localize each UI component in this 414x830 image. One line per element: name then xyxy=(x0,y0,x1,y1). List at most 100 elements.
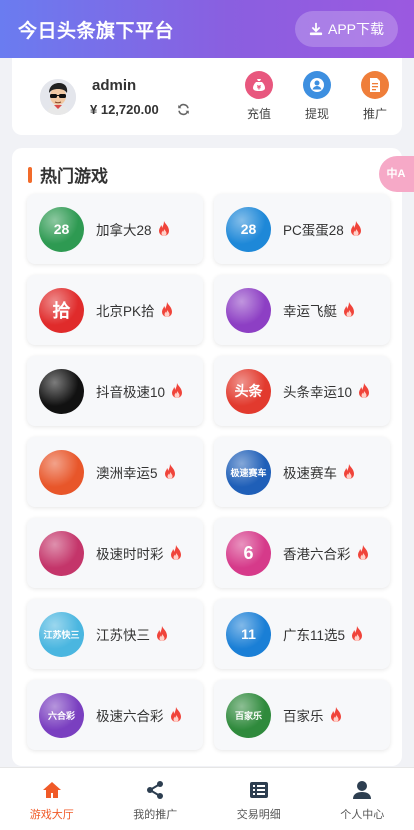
tab-personal-center[interactable]: 个人中心 xyxy=(311,768,414,830)
game-card[interactable]: 六合彩 极速六合彩 xyxy=(27,680,203,750)
tab-transactions[interactable]: 交易明细 xyxy=(207,768,311,830)
game-card[interactable]: 头条 头条幸运10 xyxy=(214,356,390,426)
tab-label: 个人中心 xyxy=(340,809,385,821)
hot-fire-icon xyxy=(350,221,361,236)
game-card[interactable]: 28 PC蛋蛋28 xyxy=(214,194,390,264)
fast-lhc-icon: 六合彩 xyxy=(39,692,84,738)
ssc-icon xyxy=(39,530,84,576)
tab-label: 交易明细 xyxy=(236,809,281,821)
hot-fire-icon xyxy=(344,464,354,479)
download-icon xyxy=(309,22,323,36)
baccarat-icon: 百家乐 xyxy=(226,692,271,738)
game-name: 幸运飞艇 xyxy=(283,304,337,319)
avatar[interactable] xyxy=(40,78,76,115)
game-name: PC蛋蛋28 xyxy=(283,223,344,238)
racing-icon: 极速赛车 xyxy=(226,449,271,495)
promote-label: 推广 xyxy=(362,107,387,121)
game-icon-text: 百家乐 xyxy=(234,710,262,721)
game-card[interactable]: 拾 北京PK拾 xyxy=(27,275,203,345)
hot-fire-icon xyxy=(172,383,183,398)
account-actions: ¥ 充值 提现 推广 xyxy=(242,71,392,122)
game-name: 百家乐 xyxy=(283,709,324,724)
game-card[interactable]: 极速时时彩 xyxy=(27,518,203,588)
game-card[interactable]: 11 广东11选5 xyxy=(214,599,390,669)
game-icon-text: 拾 xyxy=(52,301,71,321)
hot-fire-icon xyxy=(157,626,167,641)
australia5-icon xyxy=(39,449,84,495)
hot-games-section: 热门游戏 28 加拿大28 28 PC蛋蛋28 拾 北京PK拾 幸运飞艇抖音极速10 头条 头条… xyxy=(12,148,402,766)
money-bag-icon: ¥ xyxy=(245,71,273,99)
game-name: 抖音极速10 xyxy=(96,385,166,400)
game-card[interactable]: 28 加拿大28 xyxy=(27,194,203,264)
home-icon xyxy=(42,782,61,798)
section-accent-bar xyxy=(28,166,32,183)
page-title: 今日头条旗下平台 xyxy=(18,20,175,42)
user-card-icon xyxy=(303,71,331,99)
game-name: 广东11选5 xyxy=(283,628,346,643)
game-name: 极速时时彩 xyxy=(96,547,164,562)
balance-row: ¥ 12,720.00 xyxy=(90,102,242,117)
hk-lottery-icon: 6 xyxy=(226,530,271,576)
hot-fire-icon xyxy=(164,464,175,479)
app-download-button[interactable]: APP下载 xyxy=(294,11,398,47)
recharge-button[interactable]: ¥ 充值 xyxy=(242,71,276,122)
recharge-label: 充值 xyxy=(246,107,271,121)
game-icon-text: 28 xyxy=(240,221,257,237)
withdraw-button[interactable]: 提现 xyxy=(300,71,334,122)
game-name: 北京PK拾 xyxy=(96,304,155,319)
jiangsu-k3-icon: 江苏快三 xyxy=(39,611,84,657)
pk10-icon: 拾 xyxy=(39,287,84,333)
pc28-icon: 28 xyxy=(226,206,271,252)
toutiao-icon: 头条 xyxy=(226,368,271,414)
game-card[interactable]: 幸运飞艇 xyxy=(214,275,390,345)
game-name: 头条幸运10 xyxy=(283,385,353,400)
hot-fire-icon xyxy=(158,221,169,236)
game-card[interactable]: 澳洲幸运5 xyxy=(27,437,203,507)
game-name: 澳洲幸运5 xyxy=(96,466,158,481)
game-card[interactable]: 百家乐 百家乐 xyxy=(214,680,390,750)
avatar-image xyxy=(40,78,76,115)
game-icon-text: 11 xyxy=(241,626,256,642)
user-info: admin ¥ 12,720.00 xyxy=(90,77,242,117)
document-icon xyxy=(361,71,389,99)
hot-fire-icon xyxy=(344,302,354,317)
section-header: 热门游戏 xyxy=(28,162,108,187)
hot-fire-icon xyxy=(352,626,363,641)
game-card[interactable]: 极速赛车 极速赛车 xyxy=(214,437,390,507)
translate-icon: 中A xyxy=(386,167,406,180)
balance-amount: ¥ 12,720.00 xyxy=(90,101,159,117)
tab-label: 我的推广 xyxy=(133,809,178,821)
hot-fire-icon xyxy=(357,545,368,560)
tab-label: 游戏大厅 xyxy=(29,809,74,821)
game-icon-text: 江苏快三 xyxy=(43,629,80,640)
hot-fire-icon xyxy=(330,707,341,722)
game-grid: 28 加拿大28 28 PC蛋蛋28 拾 北京PK拾 幸运飞艇抖音极速10 头条 头条幸运10 澳… xyxy=(27,194,390,750)
app-download-label: APP下载 xyxy=(327,21,384,37)
game-icon-text: 6 xyxy=(243,542,254,563)
app-header: 今日头条旗下平台 APP下载 xyxy=(0,0,414,58)
hot-fire-icon xyxy=(170,545,181,560)
tab-my-promotion[interactable]: 我的推广 xyxy=(104,768,208,830)
hot-fire-icon xyxy=(170,707,181,722)
tab-game-hall[interactable]: 游戏大厅 xyxy=(0,768,104,830)
gd11x5-icon: 11 xyxy=(226,611,271,657)
game-card[interactable]: 6 香港六合彩 xyxy=(214,518,390,588)
game-icon-text: 极速赛车 xyxy=(230,467,267,478)
game-card[interactable]: 抖音极速10 xyxy=(27,356,203,426)
canada28-icon: 28 xyxy=(39,206,84,252)
game-name: 极速赛车 xyxy=(283,466,337,481)
airship-icon xyxy=(226,287,271,333)
hot-fire-icon xyxy=(359,383,370,398)
promote-button[interactable]: 推广 xyxy=(358,71,392,122)
douyin-icon xyxy=(39,368,84,414)
bottom-tab-bar: 游戏大厅 我的推广 交易明细 个人中心 xyxy=(0,767,414,830)
game-name: 香港六合彩 xyxy=(283,547,351,562)
person-icon xyxy=(353,781,372,799)
username: admin xyxy=(92,76,137,94)
game-name: 加拿大28 xyxy=(96,223,152,238)
game-name: 极速六合彩 xyxy=(96,709,164,724)
refresh-icon[interactable] xyxy=(177,103,190,116)
game-card[interactable]: 江苏快三 江苏快三 xyxy=(27,599,203,669)
translate-button[interactable]: 中A xyxy=(379,156,414,192)
user-card: admin ¥ 12,720.00 ¥ 充值 提现 推广 xyxy=(12,58,402,135)
